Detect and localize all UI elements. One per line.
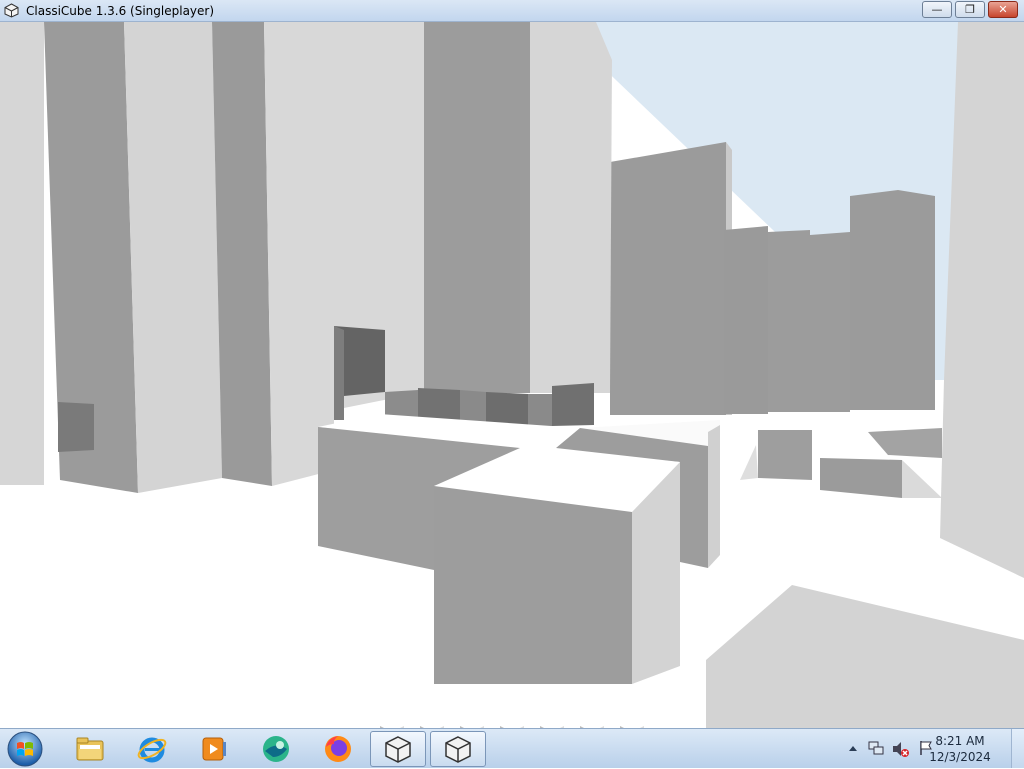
volume-muted-icon[interactable] <box>892 740 910 758</box>
hotbar-slot-slab-icon[interactable] <box>658 716 686 728</box>
hotbar-slot-block-icon[interactable] <box>458 716 486 728</box>
taskbar-firefox[interactable] <box>310 731 366 767</box>
folder-icon <box>76 737 104 761</box>
classicube-icon <box>445 736 471 763</box>
classicube-icon <box>385 736 411 763</box>
clock-date[interactable]: 12/3/2024 <box>920 750 1000 764</box>
hotbar-slot-block-icon[interactable] <box>418 716 446 728</box>
restore-icon: ❐ <box>965 3 975 16</box>
window-titlebar[interactable]: ClassiCube 1.3.6 (Singleplayer) — ❐ ✕ <box>0 0 1024 22</box>
media-player-icon <box>202 737 226 761</box>
system-tray: 8:21 AM 12/3/2024 <box>834 729 1024 769</box>
green-globe-icon <box>263 736 289 762</box>
voxel-world-scene <box>0 22 1024 728</box>
close-button[interactable]: ✕ <box>988 1 1018 18</box>
minimize-button[interactable]: — <box>922 1 952 18</box>
taskbar-file-explorer[interactable] <box>62 731 118 767</box>
taskbar-internet-explorer[interactable] <box>124 731 180 767</box>
show-desktop-button[interactable] <box>1011 729 1024 768</box>
network-icon[interactable] <box>868 740 884 756</box>
taskbar-media-player[interactable] <box>186 731 242 767</box>
maximize-button[interactable]: ❐ <box>955 1 985 18</box>
window-title: ClassiCube 1.3.6 (Singleplayer) <box>26 4 215 18</box>
close-icon: ✕ <box>998 3 1008 16</box>
taskbar-classicube-1[interactable] <box>370 731 426 767</box>
taskbar: 8:21 AM 12/3/2024 <box>0 728 1024 768</box>
hotbar-slot-block-icon[interactable] <box>378 716 406 728</box>
classicube-icon <box>4 3 19 18</box>
clock-time[interactable]: 8:21 AM <box>920 734 1000 748</box>
hotbar[interactable] <box>378 716 688 728</box>
taskbar-app-green[interactable] <box>248 731 304 767</box>
hotbar-slot-block-icon[interactable] <box>538 716 566 728</box>
hotbar-slot-block-icon[interactable] <box>498 716 526 728</box>
minimize-icon: — <box>931 3 943 16</box>
hotbar-slot-block-icon[interactable] <box>578 716 606 728</box>
firefox-icon <box>325 736 351 762</box>
game-viewport[interactable] <box>0 22 1024 728</box>
taskbar-classicube-2[interactable] <box>430 731 486 767</box>
left-tower <box>0 22 222 493</box>
show-hidden-icons-icon[interactable] <box>848 744 858 752</box>
hotbar-slot-block-icon[interactable] <box>618 716 646 728</box>
ie-icon <box>137 737 167 763</box>
windows-start-orb-icon[interactable] <box>6 730 44 768</box>
